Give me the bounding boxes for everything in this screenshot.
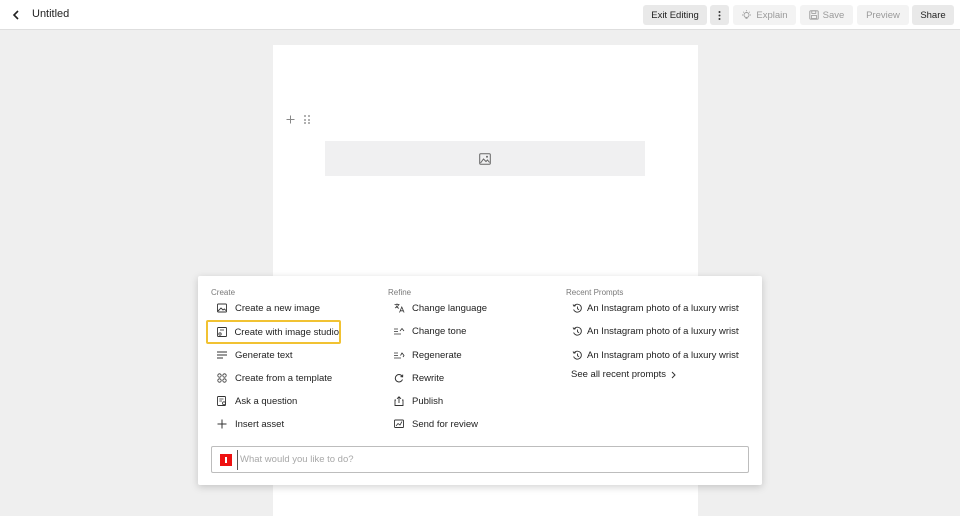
add-block-button[interactable] — [286, 112, 295, 126]
see-all-label: See all recent prompts — [571, 369, 667, 380]
vertical-ellipsis-icon — [718, 10, 721, 20]
publish-label: Publish — [412, 395, 444, 407]
exit-editing-button[interactable]: Exit Editing — [643, 5, 707, 25]
review-icon — [392, 417, 406, 431]
send-for-review-label: Send for review — [412, 418, 479, 430]
more-options-button[interactable] — [710, 5, 729, 25]
preview-label: Preview — [866, 9, 900, 21]
question-doc-icon — [215, 394, 229, 408]
save-icon — [809, 10, 819, 20]
rewrite-label: Rewrite — [412, 372, 445, 384]
document-title: Untitled — [32, 8, 70, 20]
exit-editing-label: Exit Editing — [651, 9, 699, 21]
rewrite-icon — [392, 371, 406, 385]
change-tone-label: Change tone — [412, 325, 467, 337]
drag-handle-icon[interactable] — [304, 115, 310, 124]
create-with-image-studio-label: Create with image studio — [234, 326, 339, 338]
tone-icon — [392, 324, 406, 338]
insert-asset-item[interactable]: Insert asset — [215, 415, 284, 433]
image-icon — [215, 301, 229, 315]
translate-icon — [392, 301, 406, 315]
create-from-template-item[interactable]: Create from a template — [215, 369, 332, 387]
ask-question-item[interactable]: Ask a question — [215, 392, 297, 410]
insert-asset-label: Insert asset — [235, 418, 285, 430]
generate-text-label: Generate text — [235, 349, 293, 361]
send-for-review-item[interactable]: Send for review — [392, 415, 478, 433]
recent-prompt-label: An Instagram photo of a luxury wristwa — [587, 325, 739, 337]
see-all-recent-prompts-link[interactable]: See all recent prompts — [571, 369, 676, 380]
chevron-left-icon — [12, 10, 19, 20]
chevron-right-icon — [671, 371, 676, 378]
template-grid-icon — [215, 371, 229, 385]
share-label: Share — [920, 9, 946, 21]
change-tone-item[interactable]: Change tone — [392, 322, 466, 340]
recent-prompt-item[interactable]: An Instagram photo of a luxury wristwa — [570, 299, 739, 317]
recent-prompt-item[interactable]: An Instagram photo of a luxury wristwa — [570, 346, 739, 364]
plus-icon — [286, 115, 295, 124]
save-button[interactable]: Save — [800, 5, 853, 25]
create-heading: Create — [211, 288, 236, 297]
regenerate-label: Regenerate — [412, 349, 462, 361]
recent-prompt-label: An Instagram photo of a luxury wristwa — [587, 302, 739, 314]
share-button[interactable]: Share — [912, 5, 954, 25]
plus-icon — [215, 417, 229, 431]
history-icon — [570, 348, 584, 362]
back-button[interactable] — [9, 7, 23, 23]
generate-text-item[interactable]: Generate text — [215, 346, 293, 364]
explain-button[interactable]: Explain — [733, 5, 796, 25]
top-bar: Untitled Exit Editing Explain Save Previ… — [0, 0, 960, 30]
ai-assistant-panel: Create Refine Recent Prompts Create a ne… — [198, 276, 762, 485]
brand-logo-icon — [220, 453, 232, 466]
preview-button[interactable]: Preview — [857, 5, 909, 25]
history-icon — [570, 301, 584, 315]
lightbulb-icon — [741, 9, 752, 21]
prompt-input[interactable] — [237, 449, 748, 470]
recent-prompt-label: An Instagram photo of a luxury wristwa — [587, 349, 739, 361]
refine-heading: Refine — [388, 288, 412, 297]
regenerate-icon — [392, 348, 406, 362]
text-lines-icon — [215, 348, 229, 362]
create-new-image-label: Create a new image — [235, 302, 321, 314]
create-with-image-studio-item[interactable]: Create with image studio — [206, 320, 341, 344]
rewrite-item[interactable]: Rewrite — [392, 369, 444, 387]
publish-icon — [392, 394, 406, 408]
change-language-item[interactable]: Change language — [392, 299, 487, 317]
save-label: Save — [822, 9, 845, 21]
recent-prompt-item[interactable]: An Instagram photo of a luxury wristwa — [570, 322, 739, 340]
recent-prompts-heading: Recent Prompts — [566, 288, 624, 297]
regenerate-item[interactable]: Regenerate — [392, 346, 462, 364]
publish-item[interactable]: Publish — [392, 392, 443, 410]
create-from-template-label: Create from a template — [235, 372, 333, 384]
ask-question-label: Ask a question — [235, 395, 298, 407]
prompt-box — [211, 446, 749, 473]
create-new-image-item[interactable]: Create a new image — [215, 299, 320, 317]
image-studio-icon — [215, 325, 228, 339]
image-icon — [479, 152, 491, 165]
image-placeholder[interactable] — [325, 141, 645, 176]
change-language-label: Change language — [412, 302, 488, 314]
explain-label: Explain — [756, 9, 788, 21]
history-icon — [570, 324, 584, 338]
